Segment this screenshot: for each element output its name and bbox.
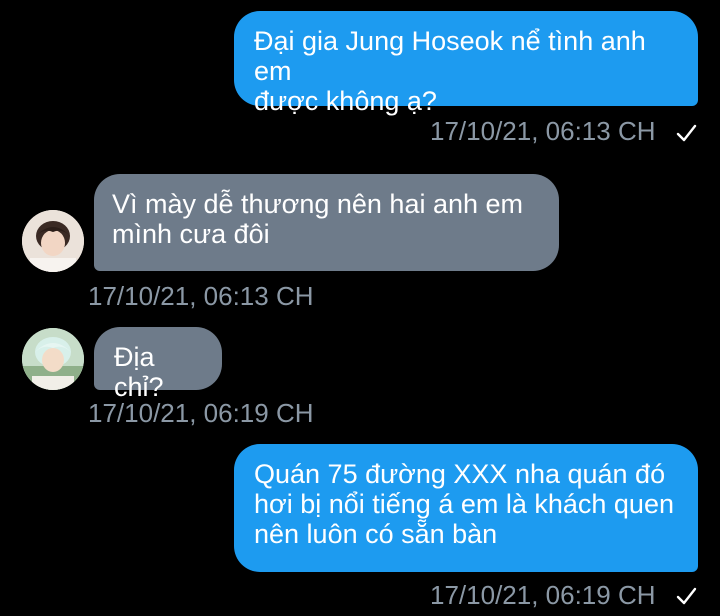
message-bubble-incoming[interactable]: Địa chỉ? [94,327,222,402]
conversation-screen: { "messages": [ { "direction": "outgoing… [0,0,720,616]
message-bubble-incoming[interactable]: Vì mày dễ thương nên hai anh em mình cưa… [94,174,559,271]
check-icon [676,587,697,605]
message-timestamp: 17/10/21, 06:19 CH [430,580,656,610]
message-bubble-outgoing[interactable]: Quán 75 đường XXX nha quán đó hơi bị nổi… [234,444,698,572]
avatar[interactable] [22,328,84,390]
message-timestamp: 17/10/21, 06:13 CH [88,281,314,311]
message-bubble-outgoing[interactable]: Đại gia Jung Hoseok nể tình anh em được … [234,11,698,116]
check-icon [676,124,697,142]
message-timestamp: 17/10/21, 06:19 CH [88,398,314,428]
message-timestamp: 17/10/21, 06:13 CH [430,116,656,146]
avatar[interactable] [22,210,84,272]
